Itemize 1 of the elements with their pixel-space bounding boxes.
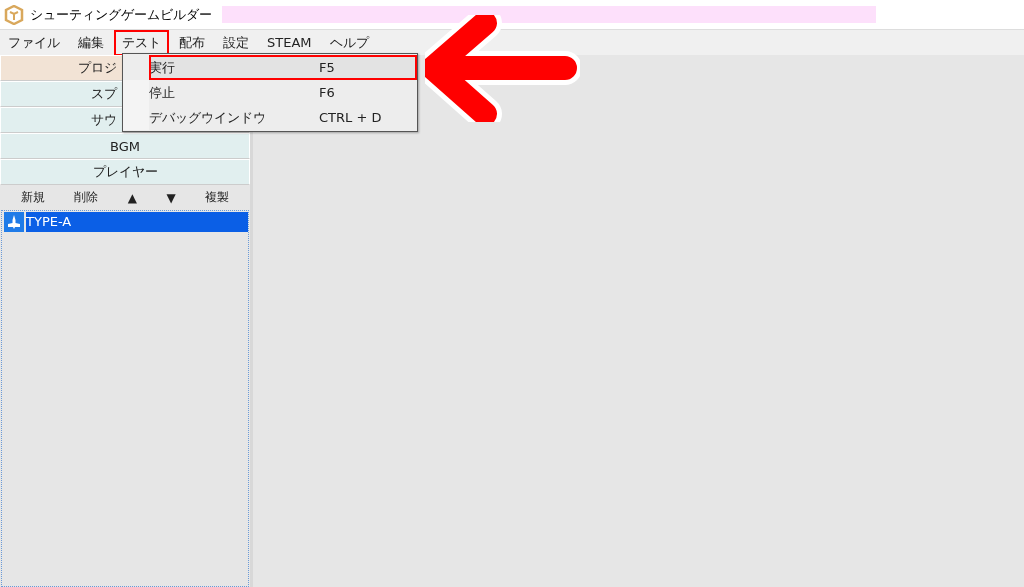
- window-title: シューティングゲームビルダー: [30, 5, 212, 24]
